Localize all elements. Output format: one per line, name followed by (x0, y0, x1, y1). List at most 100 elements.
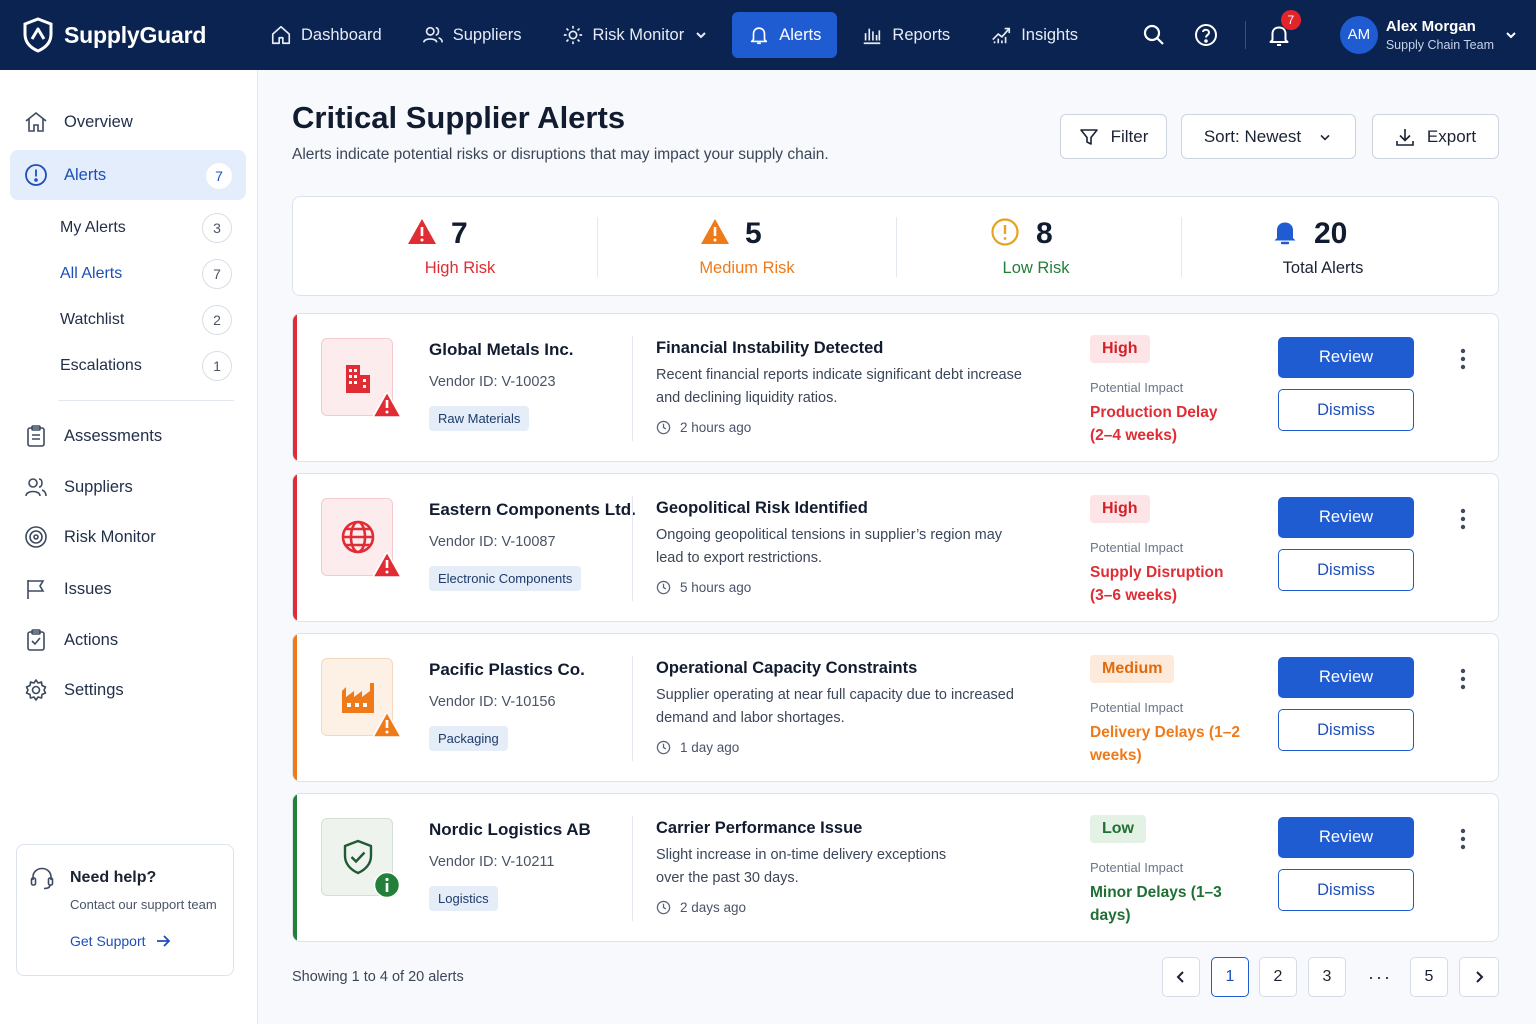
supplier-name[interactable]: Nordic Logistics AB (429, 820, 591, 840)
chevron-left-icon (1176, 971, 1184, 983)
chevron-down-icon[interactable] (1504, 28, 1518, 42)
alert-time-text: 5 hours ago (680, 580, 752, 595)
nav-risk-monitor-label: Risk Monitor (592, 25, 685, 44)
page-button[interactable]: 3 (1308, 957, 1346, 997)
supplier-name[interactable]: Eastern Components Ltd. (429, 500, 636, 520)
severity-badge: High (1090, 495, 1150, 523)
headset-icon (30, 867, 54, 890)
review-button[interactable]: Review (1278, 337, 1414, 378)
nav-risk-monitor[interactable]: Risk Monitor (546, 12, 725, 58)
review-button[interactable]: Review (1278, 497, 1414, 538)
sort-dropdown[interactable]: Sort: Newest (1181, 114, 1356, 159)
page-button[interactable]: 2 (1259, 957, 1297, 997)
vendor-id: Vendor ID: V-10156 (429, 694, 556, 710)
alert-card: Eastern Components Ltd. Vendor ID: V-100… (292, 473, 1499, 622)
nav-insights[interactable]: Insights (974, 12, 1094, 58)
filter-icon (1079, 128, 1098, 145)
dismiss-button[interactable]: Dismiss (1278, 389, 1414, 431)
next-page-button[interactable] (1459, 957, 1499, 997)
warning-triangle-icon (701, 219, 729, 244)
stat-high-risk: 7 High Risk (315, 197, 605, 297)
supplier-icon-tile (321, 818, 401, 899)
page-button[interactable]: 1 (1211, 957, 1249, 997)
nav-suppliers-label: Suppliers (452, 25, 522, 44)
impact-value: Supply Disruption (3–6 weeks) (1090, 564, 1224, 604)
stat-medium-risk: 5 Medium Risk (602, 197, 892, 297)
page-button[interactable]: 5 (1410, 957, 1448, 997)
supplier-name[interactable]: Global Metals Inc. (429, 340, 574, 360)
gear-icon (25, 679, 47, 701)
supplier-icon-tile (321, 338, 402, 418)
filter-button[interactable]: Filter (1060, 114, 1167, 159)
sidebar-sub-all-alerts[interactable]: All Alerts 7 (60, 257, 232, 291)
divider (597, 217, 598, 277)
main-nav: Dashboard Suppliers Risk Monitor Alerts … (254, 12, 1102, 58)
dismiss-button[interactable]: Dismiss (1278, 549, 1414, 591)
user-team: Supply Chain Team (1385, 38, 1494, 52)
divider (58, 400, 234, 401)
sidebar-sub-label: All Alerts (60, 265, 123, 282)
filter-label: Filter (1110, 126, 1149, 146)
sidebar-item-risk-monitor[interactable]: Risk Monitor (10, 512, 246, 562)
chevron-right-icon (1476, 971, 1484, 983)
stat-label: Total Alerts (1282, 259, 1364, 277)
divider (632, 656, 633, 761)
bell-icon (751, 27, 768, 45)
stat-label: Medium Risk (699, 259, 795, 277)
review-button[interactable]: Review (1278, 657, 1414, 698)
supplier-name[interactable]: Pacific Plastics Co. (429, 660, 585, 680)
help-button[interactable] (1193, 22, 1219, 48)
export-button[interactable]: Export (1372, 114, 1499, 159)
dismiss-button[interactable]: Dismiss (1278, 869, 1414, 911)
sidebar-item-actions[interactable]: Actions (10, 615, 246, 665)
bar-chart-icon (864, 28, 881, 45)
download-icon (1396, 128, 1414, 146)
more-vertical-icon[interactable] (1453, 666, 1473, 692)
clipboard-check-icon (27, 629, 45, 651)
alert-time: 1 day ago (656, 740, 739, 755)
nav-reports[interactable]: Reports (845, 12, 966, 58)
page-title: Critical Supplier Alerts (292, 100, 626, 135)
nav-dashboard[interactable]: Dashboard (254, 12, 398, 58)
trend-icon (992, 27, 1011, 44)
sidebar-item-label: Suppliers (64, 477, 133, 496)
alert-time-text: 2 days ago (680, 900, 747, 915)
sidebar-item-settings[interactable]: Settings (10, 665, 246, 715)
impact-label: Potential Impact (1090, 700, 1184, 715)
sidebar-sub-my-alerts[interactable]: My Alerts 3 (60, 211, 232, 245)
warning-triangle-icon (372, 391, 402, 418)
help-subtitle: Contact our support team (70, 897, 217, 912)
alert-title: Financial Instability Detected (656, 339, 884, 357)
top-right-actions: 7 AM Alex Morgan Supply Chain Team (1141, 0, 1536, 70)
warning-triangle-icon (372, 551, 402, 578)
avatar[interactable]: AM (1339, 16, 1378, 54)
nav-suppliers[interactable]: Suppliers (406, 12, 538, 58)
sidebar-sub-watchlist[interactable]: Watchlist 2 (60, 303, 232, 337)
dismiss-button[interactable]: Dismiss (1278, 709, 1414, 751)
search-button[interactable] (1141, 22, 1167, 48)
vendor-id: Vendor ID: V-10023 (429, 374, 556, 390)
sidebar-item-overview[interactable]: Overview (10, 97, 246, 147)
sidebar-item-label: Alerts (64, 165, 107, 184)
prev-page-button[interactable] (1162, 957, 1200, 997)
notification-count-badge: 7 (1280, 10, 1301, 30)
user-info[interactable]: Alex Morgan Supply Chain Team (1386, 18, 1494, 52)
more-vertical-icon[interactable] (1453, 346, 1473, 372)
severity-bar (293, 634, 297, 781)
help-title: Need help? (70, 869, 157, 886)
review-button[interactable]: Review (1278, 817, 1414, 858)
sidebar-item-alerts[interactable]: Alerts 7 (10, 150, 246, 200)
sidebar-item-suppliers[interactable]: Suppliers (10, 462, 246, 512)
nav-alerts[interactable]: Alerts (732, 12, 838, 58)
sidebar-item-assessments[interactable]: Assessments (10, 411, 246, 461)
more-vertical-icon[interactable] (1453, 506, 1473, 532)
shield-logo-icon (23, 17, 53, 53)
sidebar-sub-escalations[interactable]: Escalations 1 (60, 349, 232, 383)
alert-card: Nordic Logistics AB Vendor ID: V-10211 L… (292, 793, 1499, 942)
sidebar-item-issues[interactable]: Issues (10, 564, 246, 614)
more-vertical-icon[interactable] (1453, 826, 1473, 852)
nav-reports-label: Reports (892, 25, 951, 44)
brand[interactable]: SupplyGuard (22, 17, 244, 53)
get-support-link[interactable]: Get Support (70, 932, 172, 950)
notifications-button[interactable]: 7 (1266, 10, 1301, 48)
